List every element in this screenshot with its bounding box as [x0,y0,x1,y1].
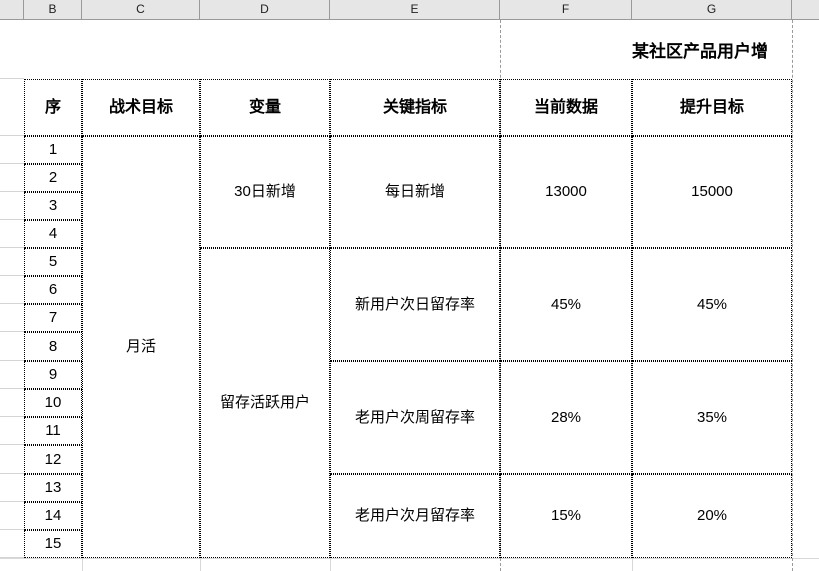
gutter-row-4 [0,220,24,248]
gutter-row-2 [0,164,24,192]
seq-cell-11[interactable]: 11 [24,417,82,445]
key-indicator-cell-4[interactable]: 老用户次月留存率 [330,474,500,558]
table-header-target[interactable]: 提升目标 [632,79,792,136]
gutter-row-13 [0,474,24,502]
seq-cell-3[interactable]: 3 [24,192,82,220]
gutter-row-12 [0,445,24,474]
seq-cell-8[interactable]: 8 [24,332,82,361]
seq-cell-5[interactable]: 5 [24,248,82,276]
target-cell-1[interactable]: 15000 [632,136,792,248]
target-cell-2[interactable]: 45% [632,248,792,361]
gutter-row-6 [0,276,24,304]
column-header-f[interactable]: F [500,0,632,19]
target-cell-3[interactable]: 35% [632,361,792,474]
grid-line-g-lower [632,558,633,571]
seq-cell-15[interactable]: 15 [24,530,82,558]
gutter-row-10 [0,389,24,417]
seq-cell-14[interactable]: 14 [24,502,82,530]
key-indicator-cell-2[interactable]: 新用户次日留存率 [330,248,500,361]
page-break-line-right [792,20,793,571]
grid-line-c-lower [82,558,83,571]
key-indicator-cell-3[interactable]: 老用户次周留存率 [330,361,500,474]
gutter-row-1 [0,136,24,164]
column-header-h-partial[interactable] [792,0,819,19]
gutter-row-9 [0,361,24,389]
seq-cell-1[interactable]: 1 [24,136,82,164]
current-data-cell-2[interactable]: 45% [500,248,632,361]
seq-cell-12[interactable]: 12 [24,445,82,474]
seq-cell-10[interactable]: 10 [24,389,82,417]
table-header-tactical-goal[interactable]: 战术目标 [82,79,200,136]
gutter-row-15 [0,530,24,558]
column-header-a-partial[interactable] [0,0,24,19]
gutter-row-14 [0,502,24,530]
current-data-cell-4[interactable]: 15% [500,474,632,558]
spreadsheet-canvas: B C D E F G 某社区产品用户增 序 战术目标 变量 关键指标 当前数据… [0,0,819,571]
variable-cell-retained-active-users[interactable]: 留存活跃用户 [200,248,330,558]
table-header-key-indicator[interactable]: 关键指标 [330,79,500,136]
column-header-c[interactable]: C [82,0,200,19]
column-header-e[interactable]: E [330,0,500,19]
variable-cell-new-users[interactable]: 30日新增 [200,136,330,248]
gutter-row-8 [0,332,24,361]
gutter-row-header [0,79,24,136]
table-header-seq[interactable]: 序 [24,79,82,136]
table-header-variable[interactable]: 变量 [200,79,330,136]
current-data-cell-3[interactable]: 28% [500,361,632,474]
seq-cell-2[interactable]: 2 [24,164,82,192]
seq-cell-13[interactable]: 13 [24,474,82,502]
seq-cell-7[interactable]: 7 [24,304,82,332]
gutter-row-5 [0,248,24,276]
key-indicator-cell-1[interactable]: 每日新增 [330,136,500,248]
gutter-row-11 [0,417,24,445]
column-header-strip: B C D E F G [0,0,819,20]
gutter-row-7 [0,304,24,332]
tactical-goal-merged-cell[interactable]: 月活 [82,136,200,558]
gutter-row-title [0,20,24,79]
table-header-current-data[interactable]: 当前数据 [500,79,632,136]
column-header-b[interactable]: B [24,0,82,19]
grid-line-d-lower [200,558,201,571]
column-header-g[interactable]: G [632,0,792,19]
grid-line-below-table [0,558,819,559]
target-cell-4[interactable]: 20% [632,474,792,558]
gutter-row-3 [0,192,24,220]
seq-cell-9[interactable]: 9 [24,361,82,389]
current-data-cell-1[interactable]: 13000 [500,136,632,248]
grid-line-e-lower [330,558,331,571]
sheet-title[interactable]: 某社区产品用户增 [632,20,819,79]
column-header-d[interactable]: D [200,0,330,19]
seq-cell-6[interactable]: 6 [24,276,82,304]
seq-cell-4[interactable]: 4 [24,220,82,248]
